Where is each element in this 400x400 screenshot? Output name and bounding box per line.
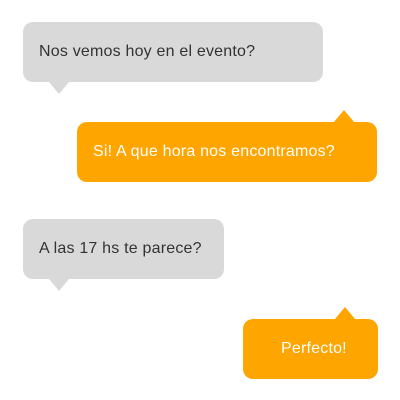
bubble-tail-icon: [335, 307, 355, 319]
message-bubble-outgoing: Perfecto!: [243, 307, 378, 379]
message-bubble-outgoing: Si! A que hora nos encontramos?: [77, 110, 377, 182]
message-text: Nos vemos hoy en el evento?: [39, 43, 256, 60]
bubble-tail-icon: [49, 82, 69, 94]
message-bubble-incoming: A las 17 hs te parece?: [23, 219, 224, 291]
message-text: Perfecto!: [281, 340, 347, 357]
bubble-tail-icon: [49, 279, 69, 291]
message-bubble-incoming: Nos vemos hoy en el evento?: [23, 22, 323, 94]
bubble-tail-icon: [334, 110, 354, 122]
message-text: A las 17 hs te parece?: [39, 240, 202, 257]
message-text: Si! A que hora nos encontramos?: [93, 143, 335, 160]
